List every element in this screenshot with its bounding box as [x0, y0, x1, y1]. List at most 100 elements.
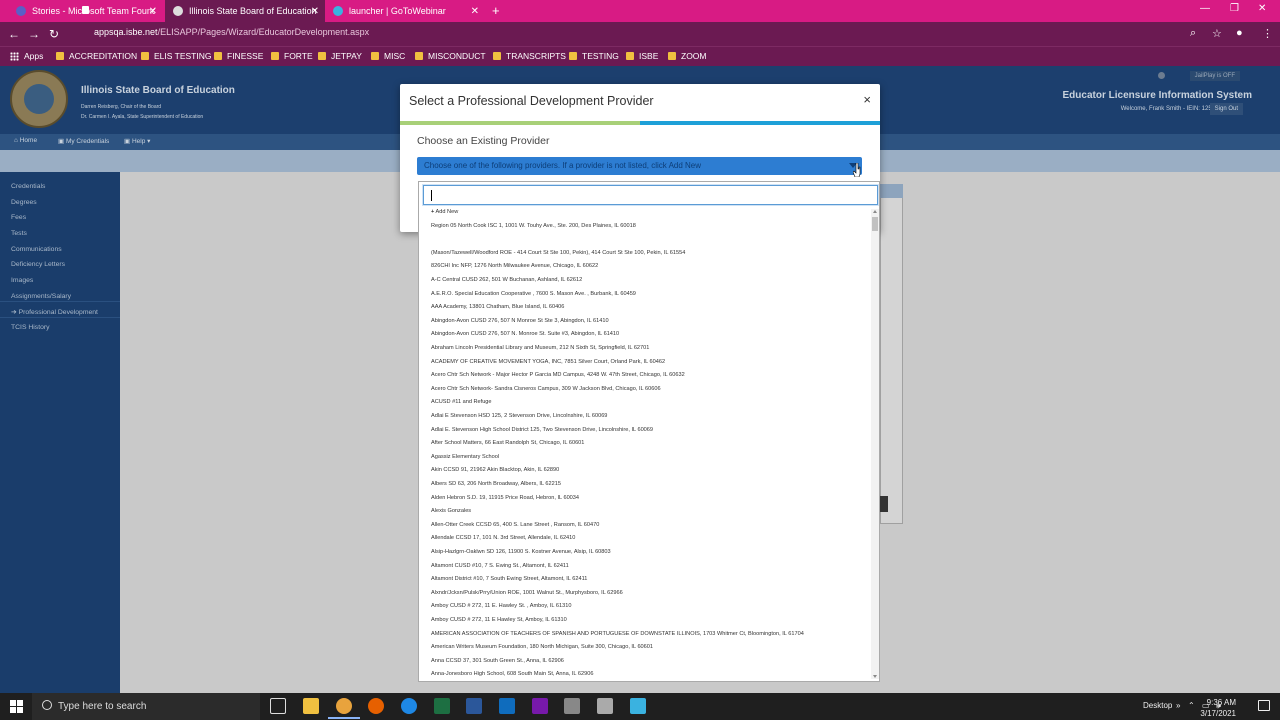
outlook-icon[interactable] [499, 698, 515, 714]
sidebar-item-communications[interactable]: Communications [11, 246, 62, 253]
desktop-toolbar[interactable]: Desktop [1143, 701, 1172, 710]
word-icon[interactable] [466, 698, 482, 714]
reload-icon[interactable]: ↻ [44, 27, 64, 41]
chevron-up-icon[interactable]: ⌃ [1188, 701, 1195, 710]
back-icon[interactable]: ← [4, 27, 24, 41]
provider-option[interactable]: AAA Academy, 13801 Chatham, Blue Island,… [431, 304, 564, 310]
bookmark-folder[interactable]: MISC [371, 51, 405, 61]
close-tab-icon[interactable]: ✕ [471, 6, 479, 17]
provider-option[interactable]: Abingdon-Avon CUSD 276, 507 N Monroe St … [431, 318, 609, 324]
scroll-down-icon[interactable] [873, 675, 877, 678]
minimize-icon[interactable]: — [1200, 3, 1210, 14]
file-explorer-icon[interactable] [303, 698, 319, 714]
close-tab-icon[interactable]: ✕ [311, 6, 319, 17]
task-view-icon[interactable] [270, 698, 286, 714]
nav-my-credentials[interactable]: ▣ My Credentials [58, 137, 109, 145]
snipping-tool-icon[interactable] [564, 698, 580, 714]
sidebar-item-fees[interactable]: Fees [11, 214, 26, 221]
profile-icon[interactable]: ● [1236, 27, 1243, 39]
provider-option[interactable]: A-C Central CUSD 262, 501 W Buchanan, As… [431, 277, 582, 283]
provider-option[interactable]: AMERICAN ASSOCIATION OF TEACHERS OF SPAN… [431, 631, 804, 637]
provider-option[interactable]: (Mason/Tazewell/Woodford ROE - 414 Court… [431, 250, 685, 256]
jaws-toggle[interactable]: JailPlay is OFF [1189, 71, 1240, 81]
sidebar-item-professional-development[interactable]: ➔ Professional Development [11, 308, 98, 316]
nav-help[interactable]: ▣ Help ▾ [124, 137, 150, 145]
provider-option[interactable]: Altamont CUSD #10, 7 S. Ewing St., Altam… [431, 563, 569, 569]
excel-icon[interactable] [434, 698, 450, 714]
provider-option[interactable]: Anna CCSD 37, 301 South Green St., Anna,… [431, 658, 564, 664]
provider-option[interactable]: Region 05 North Cook ISC 1, 1001 W. Touh… [431, 223, 636, 229]
browser-tab[interactable]: launcher | GoToWebinar ✕ [325, 0, 485, 22]
provider-option[interactable]: Adlai E. Stevenson High School District … [431, 427, 653, 433]
bookmark-folder[interactable]: MISCONDUCT [415, 51, 486, 61]
provider-option[interactable]: After School Matters, 66 East Randolph S… [431, 440, 584, 446]
provider-option[interactable]: Alexis Gonzales [431, 508, 471, 514]
provider-option[interactable]: Abingdon-Avon CUSD 276, 507 N. Monroe St… [431, 331, 619, 337]
provider-option[interactable]: 826CHI Inc NFP, 1276 North Milwaukee Ave… [431, 263, 598, 269]
provider-option[interactable]: A.E.R.O. Special Education Cooperative ,… [431, 291, 636, 297]
close-tab-icon[interactable]: ✕ [149, 6, 157, 17]
taskbar-search[interactable]: Type here to search [32, 693, 260, 720]
provider-option[interactable]: Agassiz Elementary School [431, 454, 499, 460]
close-icon[interactable]: × [863, 92, 871, 107]
windows-start-icon[interactable] [10, 700, 23, 713]
menu-icon[interactable]: ⋮ [1262, 27, 1273, 40]
close-window-icon[interactable]: ✕ [1258, 3, 1266, 14]
bookmark-folder[interactable]: ACCREDITATION [56, 51, 137, 61]
bookmark-folder[interactable]: FORTE [271, 51, 313, 61]
provider-option[interactable]: Acero Chtr Sch Network- Sandra Cisneros … [431, 386, 661, 392]
provider-option[interactable]: Akin CCSD 91, 21962 Akin Blacktop, Akin,… [431, 467, 559, 473]
provider-option[interactable]: Allendale CCSD 17, 101 N. 3rd Street, Al… [431, 535, 575, 541]
browser-tab-active[interactable]: Illinois State Board of Education ✕ [165, 0, 325, 22]
provider-option[interactable]: Abraham Lincoln Presidential Library and… [431, 345, 649, 351]
notification-icon[interactable] [1258, 700, 1270, 711]
bookmark-folder[interactable]: ISBE [626, 51, 658, 61]
provider-option[interactable]: Altamont District #10, 7 South Ewing Str… [431, 576, 587, 582]
sidebar-item-tests[interactable]: Tests [11, 230, 27, 237]
provider-option[interactable]: Albers SD 63, 206 North Broadway, Albers… [431, 481, 561, 487]
sign-out-button[interactable]: Sign Out [1209, 103, 1243, 115]
dropdown-search-input[interactable] [423, 185, 878, 205]
sidebar-item-degrees[interactable]: Degrees [11, 199, 37, 206]
provider-option[interactable]: ACUSD #11 and Refuge [431, 399, 492, 405]
bookmark-folder[interactable]: ELIS TESTING [141, 51, 211, 61]
provider-option[interactable]: Alden Hebron S.D. 19, 11915 Price Road, … [431, 495, 579, 501]
chevron-right-icon[interactable]: » [1176, 701, 1180, 710]
bookmark-folder[interactable]: TESTING [569, 51, 619, 61]
provider-option[interactable]: Alxndr/Jcksn/Pulsk/Prry/Union ROE, 1001 … [431, 590, 623, 596]
url-field[interactable]: appsqa.isbe.net/ELISAPP/Pages/Wizard/Edu… [94, 27, 369, 37]
provider-option[interactable]: Adlai E Stevenson HSD 125, 2 Stevenson D… [431, 413, 607, 419]
sidebar-item-credentials[interactable]: Credentials [11, 183, 45, 190]
scroll-up-icon[interactable] [873, 210, 877, 213]
provider-option[interactable]: Allen-Otter Creek CCSD 65, 400 S. Lane S… [431, 522, 599, 528]
scroll-thumb[interactable] [872, 217, 878, 231]
nav-home[interactable]: ⌂ Home [14, 137, 37, 144]
add-new-option[interactable]: + Add New [431, 209, 458, 215]
sidebar-item-assignments-salary[interactable]: Assignments/Salary [11, 293, 71, 300]
chrome-icon[interactable] [328, 698, 360, 719]
firefox-icon[interactable] [368, 698, 384, 714]
bookmark-folder[interactable]: ZOOM [668, 51, 707, 61]
gotowebinar-icon[interactable] [630, 698, 646, 714]
dropdown-scrollbar[interactable] [871, 209, 879, 679]
provider-select[interactable]: Choose one of the following providers. I… [417, 157, 862, 175]
content-button[interactable] [880, 496, 888, 512]
notepad-icon[interactable] [597, 698, 613, 714]
provider-option[interactable]: Amboy CUSD # 272, 11 E. Hawley St. , Amb… [431, 603, 571, 609]
edge-icon[interactable] [401, 698, 417, 714]
provider-option[interactable]: Alsip-Hazlgrn-Oaklwn SD 126, 11900 S. Ko… [431, 549, 611, 555]
system-clock[interactable]: 9:36 AM 3/17/2021 [1200, 697, 1236, 719]
provider-option[interactable]: American Writers Museum Foundation, 180 … [431, 644, 653, 650]
bookmark-apps[interactable]: Apps [10, 51, 43, 61]
sidebar-item-images[interactable]: Images [11, 277, 33, 284]
bookmark-folder[interactable]: TRANSCRIPTS [493, 51, 566, 61]
provider-option[interactable]: Anna-Jonesboro High School, 608 South Ma… [431, 671, 593, 677]
zoom-icon[interactable]: ⌕ [1190, 27, 1196, 40]
provider-option[interactable]: Amboy CUSD # 272, 11 E Hawley St, Amboy,… [431, 617, 567, 623]
onenote-icon[interactable] [532, 698, 548, 714]
new-tab-icon[interactable]: + [492, 3, 500, 18]
restore-icon[interactable]: ❐ [1230, 3, 1239, 14]
bookmark-folder[interactable]: JETPAY [318, 51, 362, 61]
bookmark-star-icon[interactable]: ☆ [1212, 27, 1222, 40]
sidebar-item-deficiency-letters[interactable]: Deficiency Letters [11, 261, 65, 268]
